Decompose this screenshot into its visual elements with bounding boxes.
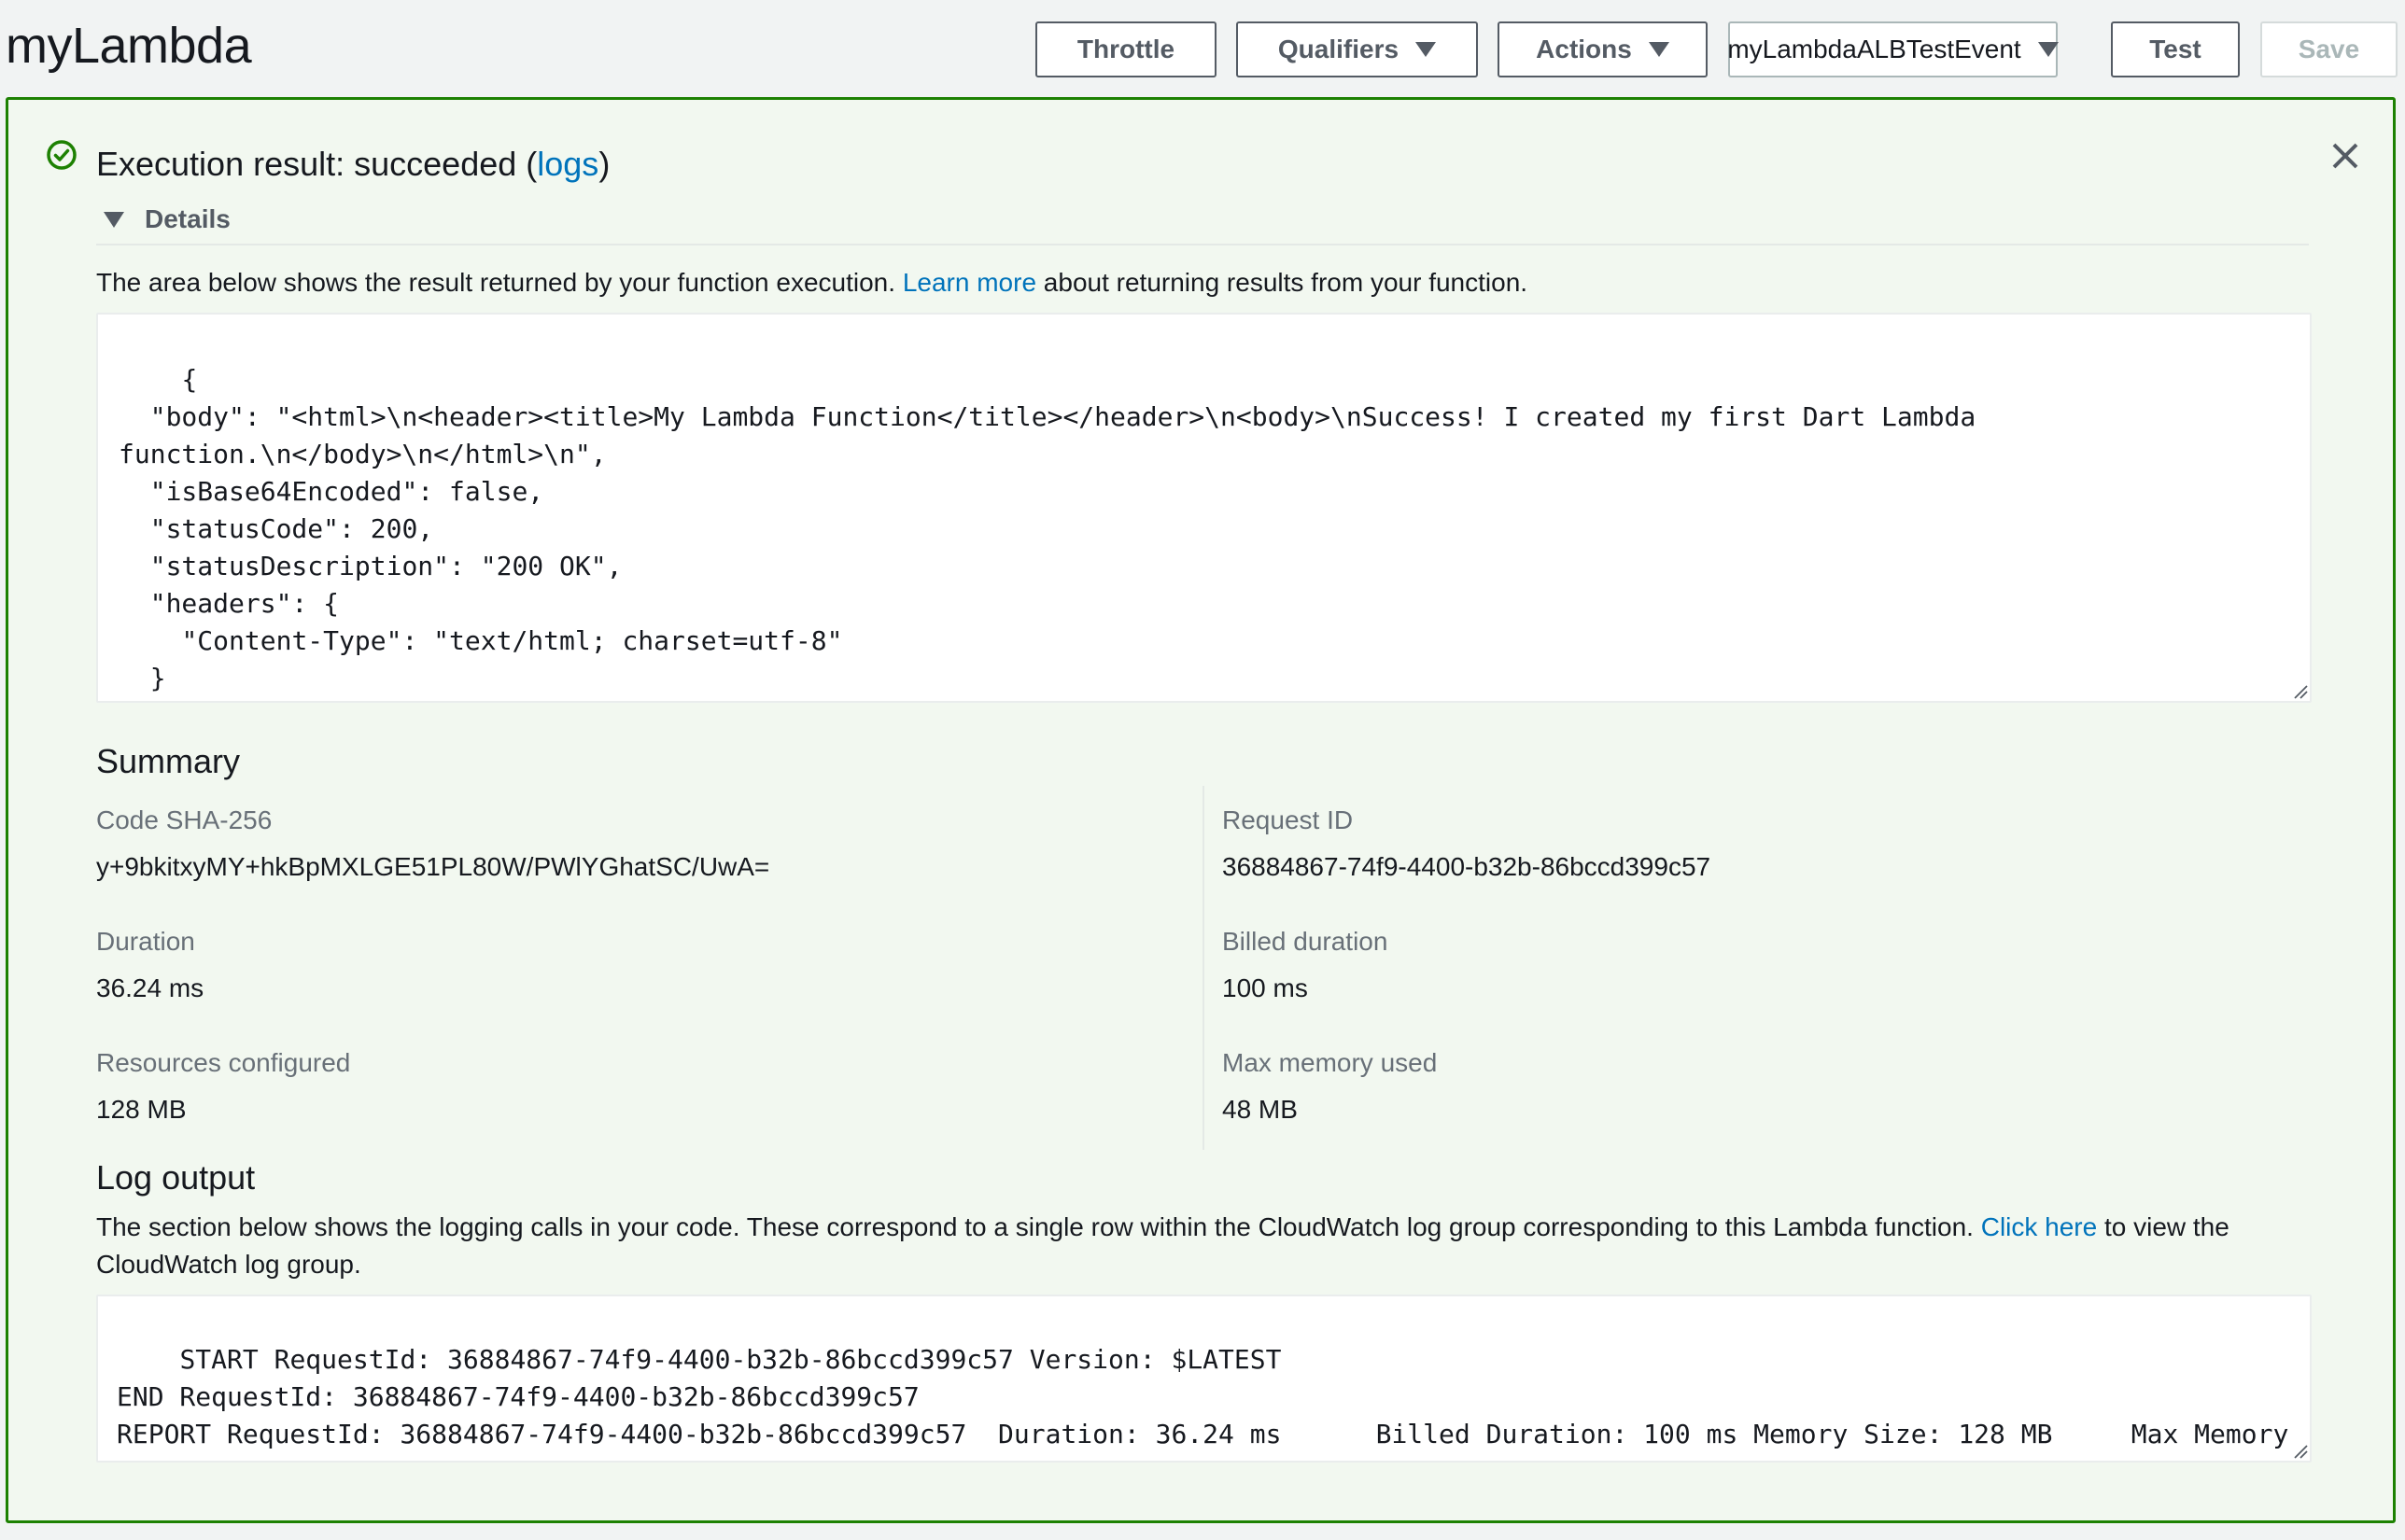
execution-result-panel: Execution result: succeeded (logs) Detai… <box>6 97 2396 1523</box>
code-sha-value: y+9bkitxyMY+hkBpMXLGE51PL80W/PWlYGhatSC/… <box>96 852 770 881</box>
resources-label: Resources configured <box>96 1048 351 1077</box>
log-output-title: Log output <box>96 1158 256 1197</box>
qualifiers-dropdown[interactable]: Qualifiers <box>1236 21 1478 77</box>
caret-down-icon <box>1648 42 1669 57</box>
caret-down-icon <box>1415 42 1437 57</box>
save-button[interactable]: Save <box>2260 21 2398 77</box>
caret-down-icon <box>2037 42 2059 57</box>
log-output-text: START RequestId: 36884867-74f9-4400-b32b… <box>117 1344 2289 1461</box>
max-memory-label: Max memory used <box>1222 1048 1438 1077</box>
divider <box>96 244 2309 245</box>
duration-label: Duration <box>96 927 195 956</box>
log-output-description: The section below shows the logging call… <box>96 1209 2328 1283</box>
qualifiers-label: Qualifiers <box>1277 35 1399 63</box>
duration-value: 36.24 ms <box>96 973 204 1002</box>
resize-handle-icon[interactable] <box>2291 682 2308 699</box>
result-description-suffix: about returning results from your functi… <box>1036 268 1528 297</box>
actions-label: Actions <box>1536 35 1632 63</box>
billed-duration-value: 100 ms <box>1222 973 1308 1002</box>
execution-result-text: Execution result: succeeded ( <box>96 145 538 183</box>
logs-link[interactable]: logs <box>537 145 598 183</box>
result-description: The area below shows the result returned… <box>96 268 1527 298</box>
actions-dropdown[interactable]: Actions <box>1498 21 1708 77</box>
resources-value: 128 MB <box>96 1095 187 1124</box>
request-id-value: 36884867-74f9-4400-b32b-86bccd399c57 <box>1222 852 1711 881</box>
summary-title: Summary <box>96 742 241 780</box>
result-output-textarea[interactable]: { "body": "<html>\n<header><title>My Lam… <box>96 313 2312 703</box>
details-label: Details <box>145 204 231 233</box>
billed-duration-label: Billed duration <box>1222 927 1388 956</box>
log-output-textarea[interactable]: START RequestId: 36884867-74f9-4400-b32b… <box>96 1295 2312 1463</box>
code-sha-label: Code SHA-256 <box>96 805 273 834</box>
throttle-button-label: Throttle <box>1076 35 1175 63</box>
click-here-link[interactable]: Click here <box>1981 1212 2097 1241</box>
page-title: myLambda <box>6 18 252 74</box>
execution-result-title: Execution result: succeeded (logs) <box>96 145 610 184</box>
test-button[interactable]: Test <box>2111 21 2240 77</box>
check-circle-icon <box>47 140 77 170</box>
test-event-label: myLambdaALBTestEvent <box>1727 35 2021 63</box>
details-toggle[interactable]: Details <box>104 204 231 234</box>
function-header: myLambda Throttle Qualifiers Actions myL… <box>0 0 2405 97</box>
result-output-text: { "body": "<html>\n<header><title>My Lam… <box>119 364 1976 701</box>
save-button-label: Save <box>2298 35 2360 63</box>
test-event-select[interactable]: myLambdaALBTestEvent <box>1727 21 2059 77</box>
close-icon[interactable] <box>2327 137 2364 175</box>
result-description-text: The area below shows the result returned… <box>96 268 903 297</box>
throttle-button[interactable]: Throttle <box>1035 21 1217 77</box>
request-id-label: Request ID <box>1222 805 1354 834</box>
learn-more-link[interactable]: Learn more <box>903 268 1036 297</box>
caret-down-icon <box>104 211 124 228</box>
max-memory-value: 48 MB <box>1222 1095 1298 1124</box>
execution-result-suffix: ) <box>598 145 611 183</box>
column-divider <box>1202 786 1204 1150</box>
test-button-label: Test <box>2149 35 2201 63</box>
resize-handle-icon[interactable] <box>2291 1442 2308 1459</box>
log-description-text: The section below shows the logging call… <box>96 1212 1981 1241</box>
